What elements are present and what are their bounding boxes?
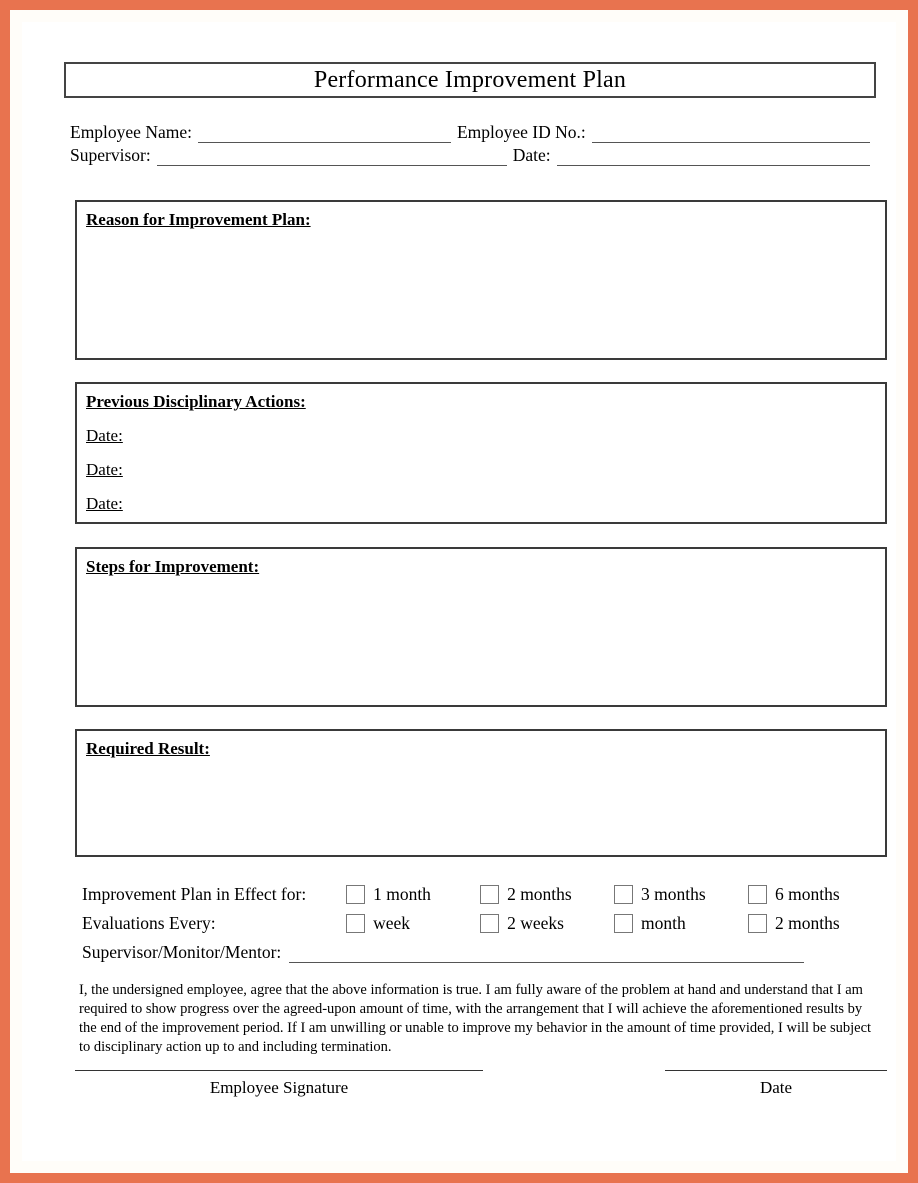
signature-date-label: Date bbox=[759, 1078, 793, 1097]
evaluation-option-2-weeks[interactable]: 2 weeks bbox=[480, 913, 614, 934]
duration-row: Improvement Plan in Effect for: 1 month … bbox=[82, 880, 882, 909]
section-steps-for-improvement[interactable]: Steps for Improvement: bbox=[75, 547, 887, 707]
supervisor-input[interactable] bbox=[156, 149, 507, 166]
supervisor-mentor-row: Supervisor/Monitor/Mentor: bbox=[82, 940, 882, 963]
identity-row-1: Employee Name: Employee ID No.: bbox=[70, 120, 876, 143]
evaluation-option-month[interactable]: month bbox=[614, 913, 748, 934]
supervisor-mentor-input[interactable] bbox=[289, 946, 805, 963]
checkbox-icon[interactable] bbox=[614, 914, 634, 933]
signature-date-line[interactable] bbox=[665, 1070, 887, 1071]
page-border-frame: Performance Improvement Plan Employee Na… bbox=[0, 0, 918, 1183]
section-steps-title: Steps for Improvement: bbox=[86, 557, 260, 576]
previous-action-row-1: Date: bbox=[77, 426, 885, 446]
duration-row-label: Improvement Plan in Effect for: bbox=[82, 884, 307, 904]
employee-id-input[interactable] bbox=[591, 126, 870, 143]
section-required-result[interactable]: Required Result: bbox=[75, 729, 887, 857]
duration-option-3-months[interactable]: 3 months bbox=[614, 884, 748, 905]
document-canvas: Performance Improvement Plan Employee Na… bbox=[22, 22, 896, 1161]
evaluation-option-2-months[interactable]: 2 months bbox=[748, 913, 882, 934]
evaluation-option-week-label: week bbox=[373, 913, 411, 933]
section-required-result-title: Required Result: bbox=[86, 739, 210, 758]
supervisor-label: Supervisor: bbox=[70, 145, 151, 165]
duration-option-2-months-label: 2 months bbox=[507, 884, 572, 904]
checkbox-icon[interactable] bbox=[480, 885, 500, 904]
document-title-box: Performance Improvement Plan bbox=[64, 62, 876, 98]
evaluation-option-month-label: month bbox=[641, 913, 686, 933]
duration-option-6-months[interactable]: 6 months bbox=[748, 884, 882, 905]
checkbox-icon[interactable] bbox=[346, 885, 366, 904]
employee-name-label: Employee Name: bbox=[70, 122, 192, 142]
evaluation-option-2-months-label: 2 months bbox=[775, 913, 840, 933]
evaluation-option-week[interactable]: week bbox=[346, 913, 480, 934]
checkbox-icon[interactable] bbox=[614, 885, 634, 904]
previous-action-row-3: Date: bbox=[77, 494, 885, 514]
section-reason-title: Reason for Improvement Plan: bbox=[86, 210, 311, 229]
section-previous-actions-title: Previous Disciplinary Actions: bbox=[86, 392, 306, 411]
previous-action-date-label-3: Date: bbox=[86, 494, 123, 513]
employee-signature-line[interactable] bbox=[75, 1070, 483, 1071]
evaluation-row: Evaluations Every: week 2 weeks month 2 … bbox=[82, 909, 882, 938]
duration-option-1-month-label: 1 month bbox=[373, 884, 431, 904]
employee-name-input[interactable] bbox=[197, 126, 451, 143]
date-input[interactable] bbox=[556, 149, 870, 166]
agreement-paragraph: I, the undersigned employee, agree that … bbox=[79, 981, 872, 1055]
identity-row-2: Supervisor: Date: bbox=[70, 143, 876, 166]
date-label: Date: bbox=[512, 145, 551, 165]
page-title: Performance Improvement Plan bbox=[313, 66, 627, 93]
checkbox-icon[interactable] bbox=[346, 914, 366, 933]
checkbox-options-area: Improvement Plan in Effect for: 1 month … bbox=[82, 880, 882, 938]
evaluation-option-2-weeks-label: 2 weeks bbox=[507, 913, 564, 933]
duration-option-6-months-label: 6 months bbox=[775, 884, 840, 904]
duration-option-1-month[interactable]: 1 month bbox=[346, 884, 480, 905]
previous-action-date-label-1: Date: bbox=[86, 426, 123, 445]
checkbox-icon[interactable] bbox=[748, 914, 768, 933]
employee-signature-block: Employee Signature bbox=[75, 1070, 483, 1098]
employee-id-label: Employee ID No.: bbox=[456, 122, 586, 142]
supervisor-mentor-label: Supervisor/Monitor/Mentor: bbox=[82, 942, 282, 962]
previous-action-date-label-2: Date: bbox=[86, 460, 123, 479]
signature-area: Employee Signature Date bbox=[75, 1070, 887, 1098]
employee-signature-label: Employee Signature bbox=[209, 1078, 349, 1097]
signature-date-block: Date bbox=[665, 1070, 887, 1098]
section-previous-disciplinary-actions[interactable]: Previous Disciplinary Actions: Date: Dat… bbox=[75, 382, 887, 524]
identity-fields: Employee Name: Employee ID No.: Supervis… bbox=[70, 120, 876, 166]
evaluation-row-label: Evaluations Every: bbox=[82, 913, 216, 933]
page-sheet: Performance Improvement Plan Employee Na… bbox=[10, 10, 908, 1173]
checkbox-icon[interactable] bbox=[748, 885, 768, 904]
checkbox-icon[interactable] bbox=[480, 914, 500, 933]
previous-action-row-2: Date: bbox=[77, 460, 885, 480]
section-reason-for-improvement-plan[interactable]: Reason for Improvement Plan: bbox=[75, 200, 887, 360]
duration-option-3-months-label: 3 months bbox=[641, 884, 706, 904]
duration-option-2-months[interactable]: 2 months bbox=[480, 884, 614, 905]
